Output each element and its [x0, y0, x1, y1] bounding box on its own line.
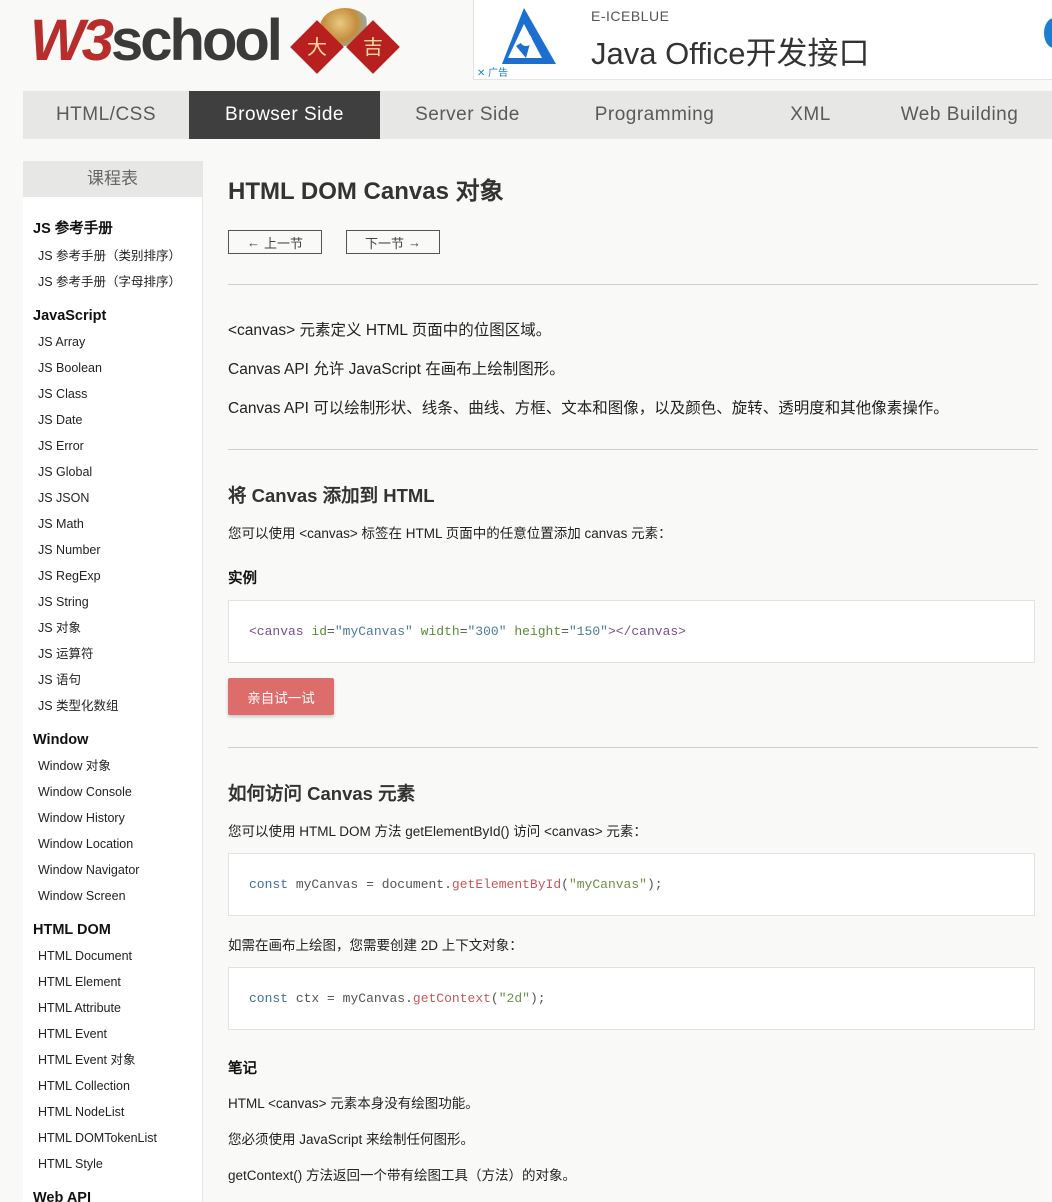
- e-iceblue-logo-icon: [502, 8, 556, 64]
- next-label: 下一节: [364, 235, 404, 251]
- sidebar-group-title: Window: [33, 732, 89, 748]
- sidebar-title: 课程表: [23, 161, 202, 197]
- note-text: HTML <canvas> 元素本身没有绘图功能。: [228, 1096, 479, 1111]
- sidebar-item[interactable]: JS Boolean: [23, 355, 202, 381]
- code-example-getcontext: const ctx = myCanvas.getContext("2d");: [228, 967, 1035, 1030]
- sidebar-item[interactable]: JS 运算符: [23, 641, 202, 667]
- sidebar-item[interactable]: HTML DOMTokenList: [23, 1125, 202, 1151]
- sidebar-group-title: JavaScript: [33, 308, 107, 324]
- ad-banner[interactable]: E-ICEBLUE Java Office开发接口 ✕ 广告: [473, 0, 1052, 80]
- sidebar-item[interactable]: HTML Event: [23, 1021, 202, 1047]
- sidebar-item[interactable]: Window History: [23, 805, 202, 831]
- ad-label: 广告: [488, 68, 509, 79]
- sidebar-group-title: HTML DOM: [33, 922, 111, 938]
- prev-label: 上一节: [263, 235, 303, 251]
- intro-paragraph: <canvas> 元素定义 HTML 页面中的位图区域。: [228, 322, 552, 339]
- sidebar-item[interactable]: JS RegExp: [23, 563, 202, 589]
- sidebar-item[interactable]: HTML Style: [23, 1151, 202, 1177]
- page-title: HTML DOM Canvas 对象: [228, 178, 504, 205]
- header: W3school 大 吉 E-ICEBLUE Java Office开发接口 ✕…: [0, 0, 1052, 82]
- badge-diamond-left: 大: [290, 20, 344, 74]
- sidebar-item[interactable]: Window 对象: [23, 753, 202, 779]
- logo-school: school: [111, 8, 283, 73]
- nav-web-building[interactable]: Web Building: [867, 91, 1052, 139]
- close-icon[interactable]: ✕: [477, 68, 485, 79]
- sidebar-group-title: JS 参考手册: [33, 221, 113, 237]
- sidebar-item[interactable]: JS 类型化数组: [23, 693, 202, 719]
- sidebar-item[interactable]: JS 语句: [23, 667, 202, 693]
- sidebar-item[interactable]: JS Global: [23, 459, 202, 485]
- section-heading: 将 Canvas 添加到 HTML: [228, 485, 435, 506]
- note-text: getContext() 方法返回一个带有绘图工具（方法）的对象。: [228, 1168, 577, 1183]
- sidebar-item[interactable]: Window Navigator: [23, 857, 202, 883]
- arrow-right-icon: →: [408, 234, 421, 250]
- ad-marker[interactable]: ✕ 广告: [477, 64, 508, 79]
- nav-html-css[interactable]: HTML/CSS: [23, 91, 189, 139]
- ad-circle-icon: [1044, 18, 1052, 48]
- ad-title: Java Office开发接口: [591, 36, 870, 71]
- sidebar-item[interactable]: HTML Attribute: [23, 995, 202, 1021]
- sidebar-item[interactable]: JS String: [23, 589, 202, 615]
- logo-w3: W3: [30, 8, 114, 73]
- logo-text: W3school: [30, 12, 283, 70]
- badge-diamond-right: 吉: [346, 20, 400, 74]
- sidebar-item[interactable]: JS JSON: [23, 485, 202, 511]
- ad-brand: E-ICEBLUE: [591, 8, 670, 24]
- intro-paragraph: Canvas API 允许 JavaScript 在画布上绘制图形。: [228, 361, 565, 378]
- divider: [228, 284, 1038, 285]
- sidebar-item[interactable]: HTML NodeList: [23, 1099, 202, 1125]
- sidebar-group-title: Web API: [33, 1190, 92, 1202]
- try-it-button[interactable]: 亲自试一试: [228, 678, 334, 715]
- sidebar-item[interactable]: JS 参考手册（类别排序）: [23, 243, 202, 269]
- section-text: 如需在画布上绘图，您需要创建 2D 上下文对象：: [228, 938, 523, 953]
- sidebar-item[interactable]: HTML Collection: [23, 1073, 202, 1099]
- section-text: 您可以使用 <canvas> 标签在 HTML 页面中的任意位置添加 canva…: [228, 526, 672, 541]
- divider: [228, 747, 1038, 748]
- section-heading: 如何访问 Canvas 元素: [228, 783, 416, 804]
- sidebar-item[interactable]: Window Console: [23, 779, 202, 805]
- sidebar-item[interactable]: HTML Element: [23, 969, 202, 995]
- divider: [228, 449, 1038, 450]
- sidebar-list: JS 参考手册 JS 参考手册（类别排序） JS 参考手册（字母排序） JavaScr…: [23, 197, 202, 1202]
- nav-xml[interactable]: XML: [754, 91, 867, 139]
- sidebar-item[interactable]: JS Math: [23, 511, 202, 537]
- sidebar-item[interactable]: JS 参考手册（字母排序）: [23, 269, 202, 295]
- sidebar-item[interactable]: JS Array: [23, 329, 202, 355]
- section-text: 您可以使用 HTML DOM 方法 getElementById() 访问 <c…: [228, 824, 647, 839]
- sidebar-item[interactable]: JS Number: [23, 537, 202, 563]
- notes-heading: 笔记: [228, 1061, 257, 1077]
- new-year-badge: 大 吉: [290, 8, 400, 74]
- arrow-left-icon: ←: [246, 234, 260, 250]
- nav-server-side[interactable]: Server Side: [380, 91, 555, 139]
- sidebar-item[interactable]: JS Date: [23, 407, 202, 433]
- sidebar-item[interactable]: Window Screen: [23, 883, 202, 909]
- w3school-logo[interactable]: W3school 大 吉: [30, 8, 400, 74]
- sidebar: 课程表 JS 参考手册 JS 参考手册（类别排序） JS 参考手册（字母排序） Jav…: [23, 161, 203, 1202]
- next-button[interactable]: 下一节 →: [346, 230, 440, 254]
- sidebar-item[interactable]: JS 对象: [23, 615, 202, 641]
- prev-button[interactable]: ← 上一节: [228, 230, 322, 254]
- sidebar-item[interactable]: JS Error: [23, 433, 202, 459]
- nav-programming[interactable]: Programming: [555, 91, 754, 139]
- example-label: 实例: [228, 571, 257, 587]
- nav-browser-side[interactable]: Browser Side: [189, 91, 380, 139]
- sidebar-item[interactable]: HTML Document: [23, 943, 202, 969]
- sidebar-item[interactable]: JS Class: [23, 381, 202, 407]
- note-text: 您必须使用 JavaScript 来绘制任何图形。: [228, 1132, 475, 1147]
- sidebar-item[interactable]: Window Location: [23, 831, 202, 857]
- code-example-getelementbyid: const myCanvas = document.getElementById…: [228, 853, 1035, 916]
- intro-paragraph: Canvas API 可以绘制形状、线条、曲线、方框、文本和图像，以及颜色、旋转…: [228, 400, 949, 417]
- sidebar-item[interactable]: HTML Event 对象: [23, 1047, 202, 1073]
- top-nav: HTML/CSS Browser Side Server Side Progra…: [23, 91, 1052, 139]
- code-example-canvas: <canvas id="myCanvas" width="300" height…: [228, 600, 1035, 663]
